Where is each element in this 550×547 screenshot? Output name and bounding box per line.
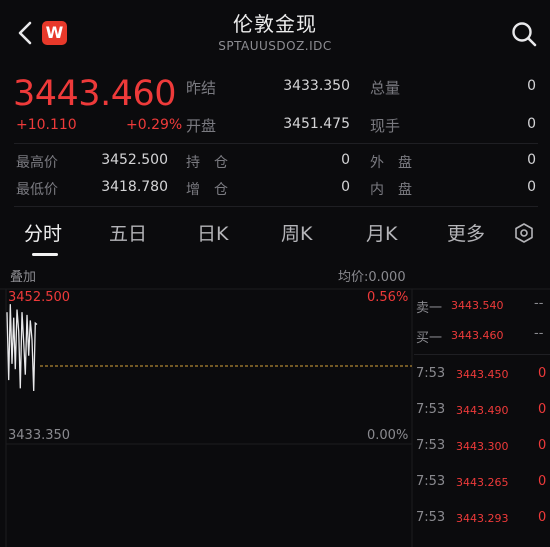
- tab-five-day[interactable]: 五日: [109, 219, 147, 246]
- search-icon[interactable]: [510, 20, 538, 48]
- outer-volume-label: 外 盘: [370, 155, 412, 171]
- tick-time: 7:53: [416, 402, 446, 417]
- tick-volume: 0: [538, 474, 547, 489]
- prev-settle-value: 3433.350: [283, 78, 350, 94]
- tick-time: 7:53: [416, 438, 446, 453]
- tick-time: 7:53: [416, 510, 446, 525]
- buy-one-label: 买一: [416, 331, 443, 346]
- sell-one-price: 3443.540: [451, 299, 504, 312]
- open-label: 开盘: [186, 117, 217, 135]
- settings-icon[interactable]: [513, 222, 535, 244]
- tick-price: 3443.490: [456, 404, 509, 417]
- price-change-pct: +0.29%: [126, 117, 183, 133]
- outer-volume-value: 0: [527, 152, 536, 168]
- price-change: +10.110: [16, 117, 77, 133]
- tick-price: 3443.300: [456, 440, 509, 453]
- sell-one-volume: --: [534, 296, 544, 311]
- buy-one-price: 3443.460: [451, 329, 504, 342]
- low-value: 3418.780: [101, 179, 168, 195]
- inner-volume-value: 0: [527, 179, 536, 195]
- high-label: 最高价: [16, 155, 58, 171]
- open-value: 3451.475: [283, 116, 350, 132]
- open-interest-value: 0: [341, 152, 350, 168]
- tick-volume: 0: [538, 510, 547, 525]
- tick-time: 7:53: [416, 366, 446, 381]
- divider: [14, 206, 538, 207]
- oi-change-value: 0: [341, 179, 350, 195]
- tab-intraday[interactable]: 分时: [24, 219, 62, 246]
- top-bar: W 伦敦金现 SPTAUUSDOZ.IDC: [0, 0, 550, 70]
- symbol-code: SPTAUUSDOZ.IDC: [218, 39, 332, 53]
- tick-price: 3443.450: [456, 368, 509, 381]
- low-label: 最低价: [16, 182, 58, 198]
- divider: [14, 143, 538, 144]
- active-tab-indicator: [32, 253, 58, 256]
- last-price: 3443.460: [13, 74, 177, 114]
- high-value: 3452.500: [101, 152, 168, 168]
- tab-weekly-k[interactable]: 周K: [281, 219, 312, 246]
- open-interest-label: 持 仓: [186, 155, 228, 171]
- orderbook-divider: [414, 354, 550, 355]
- sell-one-label: 卖一: [416, 301, 443, 316]
- tab-more[interactable]: 更多: [447, 219, 485, 246]
- tick-time: 7:53: [416, 474, 446, 489]
- oi-change-label: 增 仓: [186, 182, 228, 198]
- total-volume-value: 0: [527, 78, 536, 94]
- tab-daily-k[interactable]: 日K: [197, 219, 228, 246]
- inner-volume-label: 内 盘: [370, 182, 412, 198]
- buy-one-volume: --: [534, 326, 544, 341]
- prev-settle-label: 昨结: [186, 79, 217, 97]
- total-volume-label: 总量: [370, 79, 401, 97]
- page-title: 伦敦金现: [233, 12, 317, 36]
- current-hand-value: 0: [527, 116, 536, 132]
- tick-volume: 0: [538, 402, 547, 417]
- tick-volume: 0: [538, 438, 547, 453]
- tab-monthly-k[interactable]: 月K: [366, 219, 397, 246]
- tick-price: 3443.265: [456, 476, 509, 489]
- tick-volume: 0: [538, 366, 547, 381]
- current-hand-label: 现手: [370, 117, 401, 135]
- tick-price: 3443.293: [456, 512, 509, 525]
- price-line: [6, 304, 38, 392]
